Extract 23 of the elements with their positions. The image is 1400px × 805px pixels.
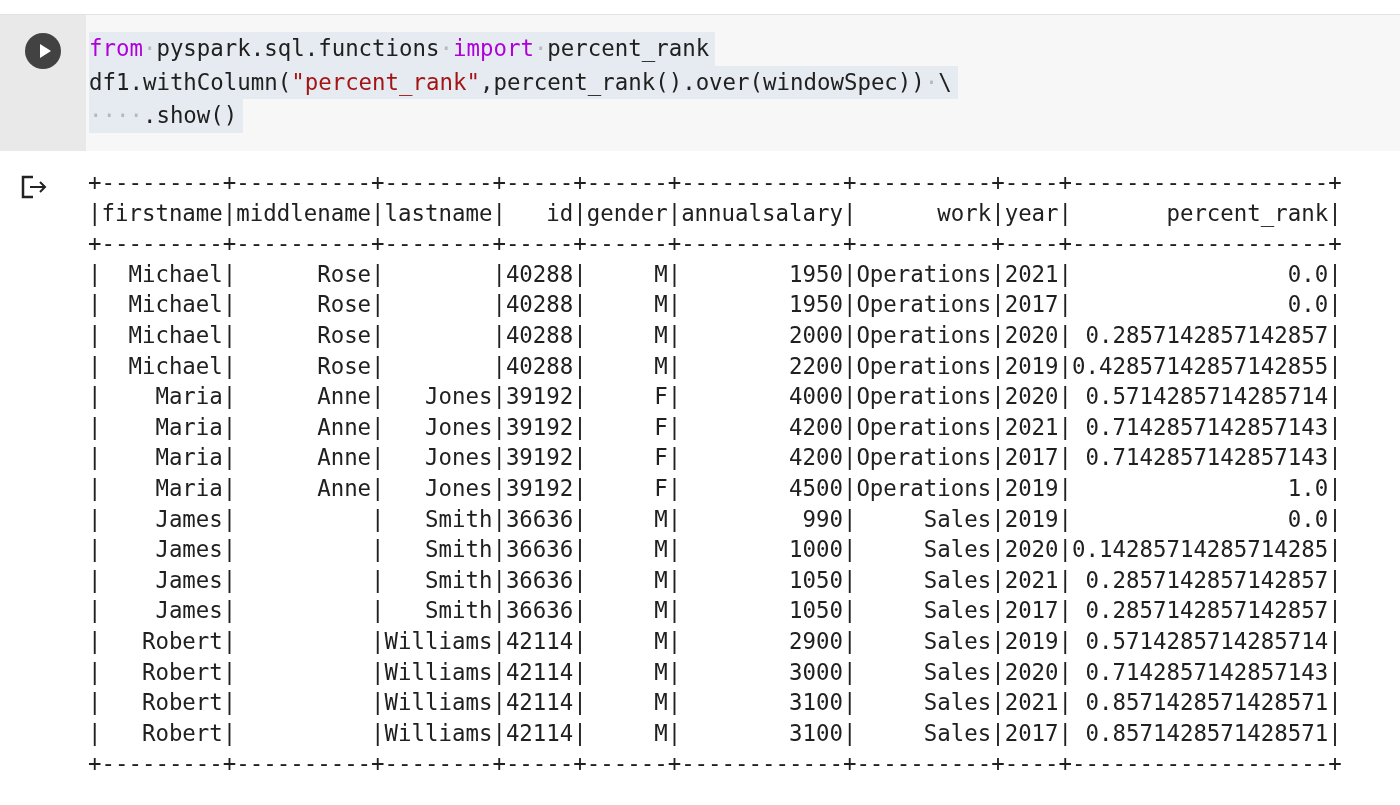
output-line: | Robert| |Williams|42114| M| 3000| Sales|2020| 0.7142857142857143|	[88, 657, 1342, 687]
output-line: | James| | Smith|36636| M| 1050| Sales|2021| 0.2857142857142857|	[88, 565, 1342, 595]
output-line: | James| | Smith|36636| M| 1000| Sales|2020|0.14285714285714285|	[88, 535, 1342, 565]
output-line: | Michael| Rose| |40288| M| 2000|Operations|2020| 0.2857142857142857|	[88, 320, 1342, 350]
output-line: | James| | Smith|36636| M| 1050| Sales|2017| 0.2857142857142857|	[88, 596, 1342, 626]
output-line: | Michael| Rose| |40288| M| 1950|Operations|2017| 0.0|	[88, 290, 1342, 320]
output-line: | Michael| Rose| |40288| M| 2200|Operations|2019|0.42857142857142855|	[88, 351, 1342, 381]
output-line: +---------+----------+--------+-----+------+------------+----------+----+-------------------+	[88, 749, 1342, 779]
output-line: | Maria| Anne| Jones|39192| F| 4200|Operations|2017| 0.7142857142857143|	[88, 443, 1342, 473]
output-line: +---------+----------+--------+-----+------+------------+----------+----+-------------------+	[88, 229, 1342, 259]
output-line: | Robert| |Williams|42114| M| 3100| Sales|2021| 0.8571428571428571|	[88, 688, 1342, 718]
output-line: +---------+----------+--------+-----+------+------------+----------+----+-------------------+	[88, 168, 1342, 197]
output-line: |firstname|middlename|lastname| id|gender|annualsalary| work|year| percent_rank|	[88, 198, 1342, 229]
output-line: | James| | Smith|36636| M| 990| Sales|2019| 0.0|	[88, 504, 1342, 534]
output-line: | Robert| |Williams|42114| M| 2900| Sales|2019| 0.5714285714285714|	[88, 626, 1342, 656]
output-line: | Robert| |Williams|42114| M| 3100| Sales|2017| 0.8571428571428571|	[88, 718, 1342, 748]
output-line: | Michael| Rose| |40288| M| 1950|Operations|2021| 0.0|	[88, 259, 1342, 289]
output-line: | Maria| Anne| Jones|39192| F| 4500|Operations|2019| 1.0|	[88, 473, 1342, 503]
play-icon	[37, 43, 52, 59]
output-line: | Maria| Anne| Jones|39192| F| 4000|Operations|2020| 0.5714285714285714|	[88, 382, 1342, 412]
run-button[interactable]	[25, 33, 61, 69]
output-line: | Maria| Anne| Jones|39192| F| 4200|Operations|2021| 0.7142857142857143|	[88, 412, 1342, 442]
output-icon	[20, 175, 48, 199]
